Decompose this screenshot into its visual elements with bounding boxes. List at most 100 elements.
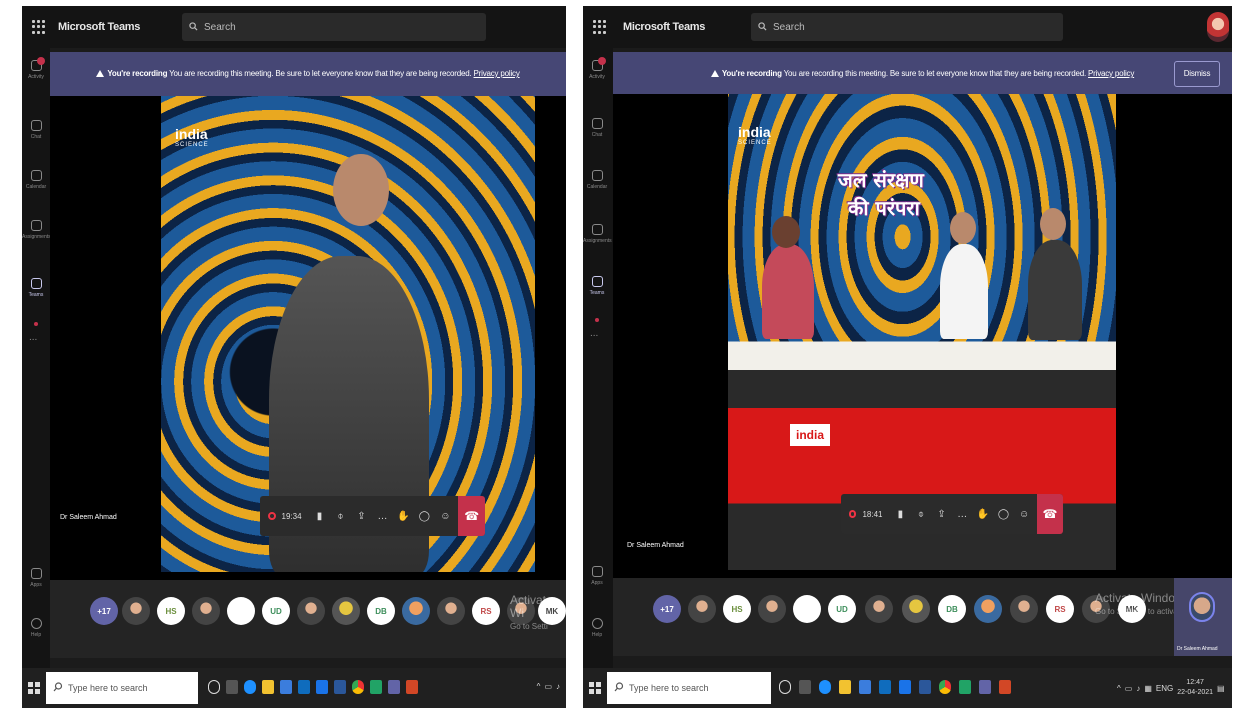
overflow-participants[interactable]: +17 [90, 597, 118, 625]
volume-icon[interactable]: ♪ [556, 682, 560, 691]
taskbar-search-input[interactable]: Type here to search [46, 672, 198, 704]
task-view-icon[interactable] [779, 680, 791, 694]
windows-taskbar: Type here to search ^ ▭ ♪ [22, 668, 566, 708]
rail-item-calendar[interactable]: Calendar [22, 170, 50, 190]
rail-label: Help [591, 632, 603, 638]
rail-item-help[interactable]: Help [583, 618, 611, 638]
excel-icon[interactable] [370, 680, 382, 694]
meeting-stage: india SCIENCE 19:34 ▮ ⌽ ⇪ … ✋ ◯ ☺ ☎ Dr Sa… [50, 96, 566, 580]
chrome-icon[interactable] [352, 680, 364, 694]
app-launcher-icon[interactable] [593, 20, 607, 34]
teams-icon [591, 276, 603, 287]
system-clock[interactable]: 12:47 22-04-2021 [1177, 678, 1213, 698]
participant-avatar: HS [723, 595, 751, 623]
chrome-icon[interactable] [939, 680, 951, 694]
widgets-icon[interactable] [799, 680, 811, 694]
network-icon[interactable]: ▭ [544, 682, 552, 691]
rail-item-chat[interactable]: Chat [583, 118, 611, 138]
participants-icon[interactable]: ☺ [437, 507, 453, 525]
notifications-icon[interactable]: ▤ [1217, 684, 1225, 693]
edge-icon[interactable] [244, 680, 256, 694]
warning-icon [96, 70, 105, 77]
rail-item-assignments[interactable]: Assignments [22, 220, 51, 240]
chat-icon[interactable]: ◯ [996, 505, 1012, 523]
file-explorer-icon[interactable] [839, 680, 851, 694]
task-view-icon[interactable] [208, 680, 220, 694]
rail-item-activity[interactable]: Activity [583, 57, 611, 80]
file-explorer-icon[interactable] [262, 680, 274, 694]
search-icon [189, 22, 198, 31]
india-science-logo: india SCIENCE [175, 126, 209, 148]
system-tray: ^ ▭ ♪ ▦ ENG 12:47 22-04-2021 ▤ [1117, 678, 1225, 698]
rail-item-teams[interactable]: Teams [22, 278, 50, 298]
rail-item-help[interactable]: Help [22, 618, 50, 638]
word-icon[interactable] [899, 680, 911, 694]
help-icon [591, 618, 603, 629]
rail-item-teams[interactable]: Teams [583, 276, 611, 296]
more-options-icon[interactable]: … [374, 507, 390, 525]
camera-icon[interactable]: ▮ [893, 505, 909, 523]
rail-item-calendar[interactable]: Calendar [583, 170, 611, 190]
raise-hand-icon[interactable]: ✋ [975, 505, 991, 523]
overflow-participants[interactable]: +17 [653, 595, 681, 623]
word-icon[interactable] [316, 680, 328, 694]
keyboard-icon[interactable]: ▦ [1144, 684, 1152, 693]
store-icon[interactable] [280, 680, 292, 694]
search-input[interactable]: Search [182, 13, 486, 41]
app-rail: Activity Chat Calendar Assignments Teams… [583, 48, 613, 668]
rail-item-apps[interactable]: Apps [583, 566, 611, 586]
privacy-policy-link[interactable]: Privacy policy [1088, 69, 1134, 78]
store-icon[interactable] [859, 680, 871, 694]
rail-item-activity[interactable]: Activity [22, 57, 50, 80]
mic-icon[interactable]: ⌽ [333, 507, 349, 525]
docs-icon[interactable] [919, 680, 931, 694]
share-icon[interactable]: ⇪ [354, 507, 370, 525]
share-icon[interactable]: ⇪ [934, 505, 950, 523]
volume-icon[interactable]: ♪ [1136, 684, 1140, 693]
more-apps-icon[interactable]: ... [29, 332, 37, 343]
hang-up-button[interactable]: ☎ [1036, 494, 1064, 534]
powerpoint-icon[interactable] [406, 680, 418, 694]
rail-label: Chat [591, 132, 603, 138]
taskbar-search-input[interactable]: Type here to search [607, 672, 771, 704]
teams-taskbar-icon[interactable] [979, 680, 991, 694]
camera-icon[interactable]: ▮ [312, 507, 328, 525]
search-input[interactable]: Search [751, 13, 1063, 41]
language-indicator[interactable]: ENG [1156, 684, 1173, 693]
india-science-logo: india SCIENCE [738, 124, 772, 146]
profile-avatar[interactable] [1207, 12, 1229, 42]
more-options-icon[interactable]: … [954, 505, 970, 523]
edge-icon[interactable] [819, 680, 831, 694]
apps-icon [30, 568, 42, 579]
windows-start-icon[interactable] [28, 682, 40, 694]
rail-item-chat[interactable]: Chat [22, 120, 50, 140]
widgets-icon[interactable] [226, 680, 238, 694]
rail-label: Assignments [22, 234, 51, 240]
docs-icon[interactable] [334, 680, 346, 694]
chevron-up-icon[interactable]: ^ [1117, 684, 1121, 693]
teams-taskbar-icon[interactable] [388, 680, 400, 694]
rail-item-assignments[interactable]: Assignments [583, 224, 612, 244]
more-apps-icon[interactable]: ... [590, 328, 598, 339]
privacy-policy-link[interactable]: Privacy policy [474, 69, 520, 78]
mail-icon[interactable] [879, 680, 891, 694]
network-icon[interactable]: ▭ [1125, 684, 1133, 693]
app-launcher-icon[interactable] [32, 20, 46, 34]
dismiss-button[interactable]: Dismiss [1174, 61, 1220, 87]
self-avatar [1189, 592, 1215, 622]
mic-icon[interactable]: ⌽ [913, 505, 929, 523]
participants-icon[interactable]: ☺ [1016, 505, 1032, 523]
chat-icon[interactable]: ◯ [416, 507, 432, 525]
participant-avatar: RS [1046, 595, 1074, 623]
hang-up-button[interactable]: ☎ [458, 496, 485, 536]
speaker-name: Dr Saleem Ahmad [627, 542, 684, 549]
recording-icon [268, 512, 276, 520]
chevron-up-icon[interactable]: ^ [537, 682, 541, 691]
rail-item-apps[interactable]: Apps [22, 568, 50, 588]
rail-label: Chat [30, 134, 42, 140]
powerpoint-icon[interactable] [999, 680, 1011, 694]
excel-icon[interactable] [959, 680, 971, 694]
windows-start-icon[interactable] [589, 682, 601, 694]
raise-hand-icon[interactable]: ✋ [395, 507, 411, 525]
mail-icon[interactable] [298, 680, 310, 694]
